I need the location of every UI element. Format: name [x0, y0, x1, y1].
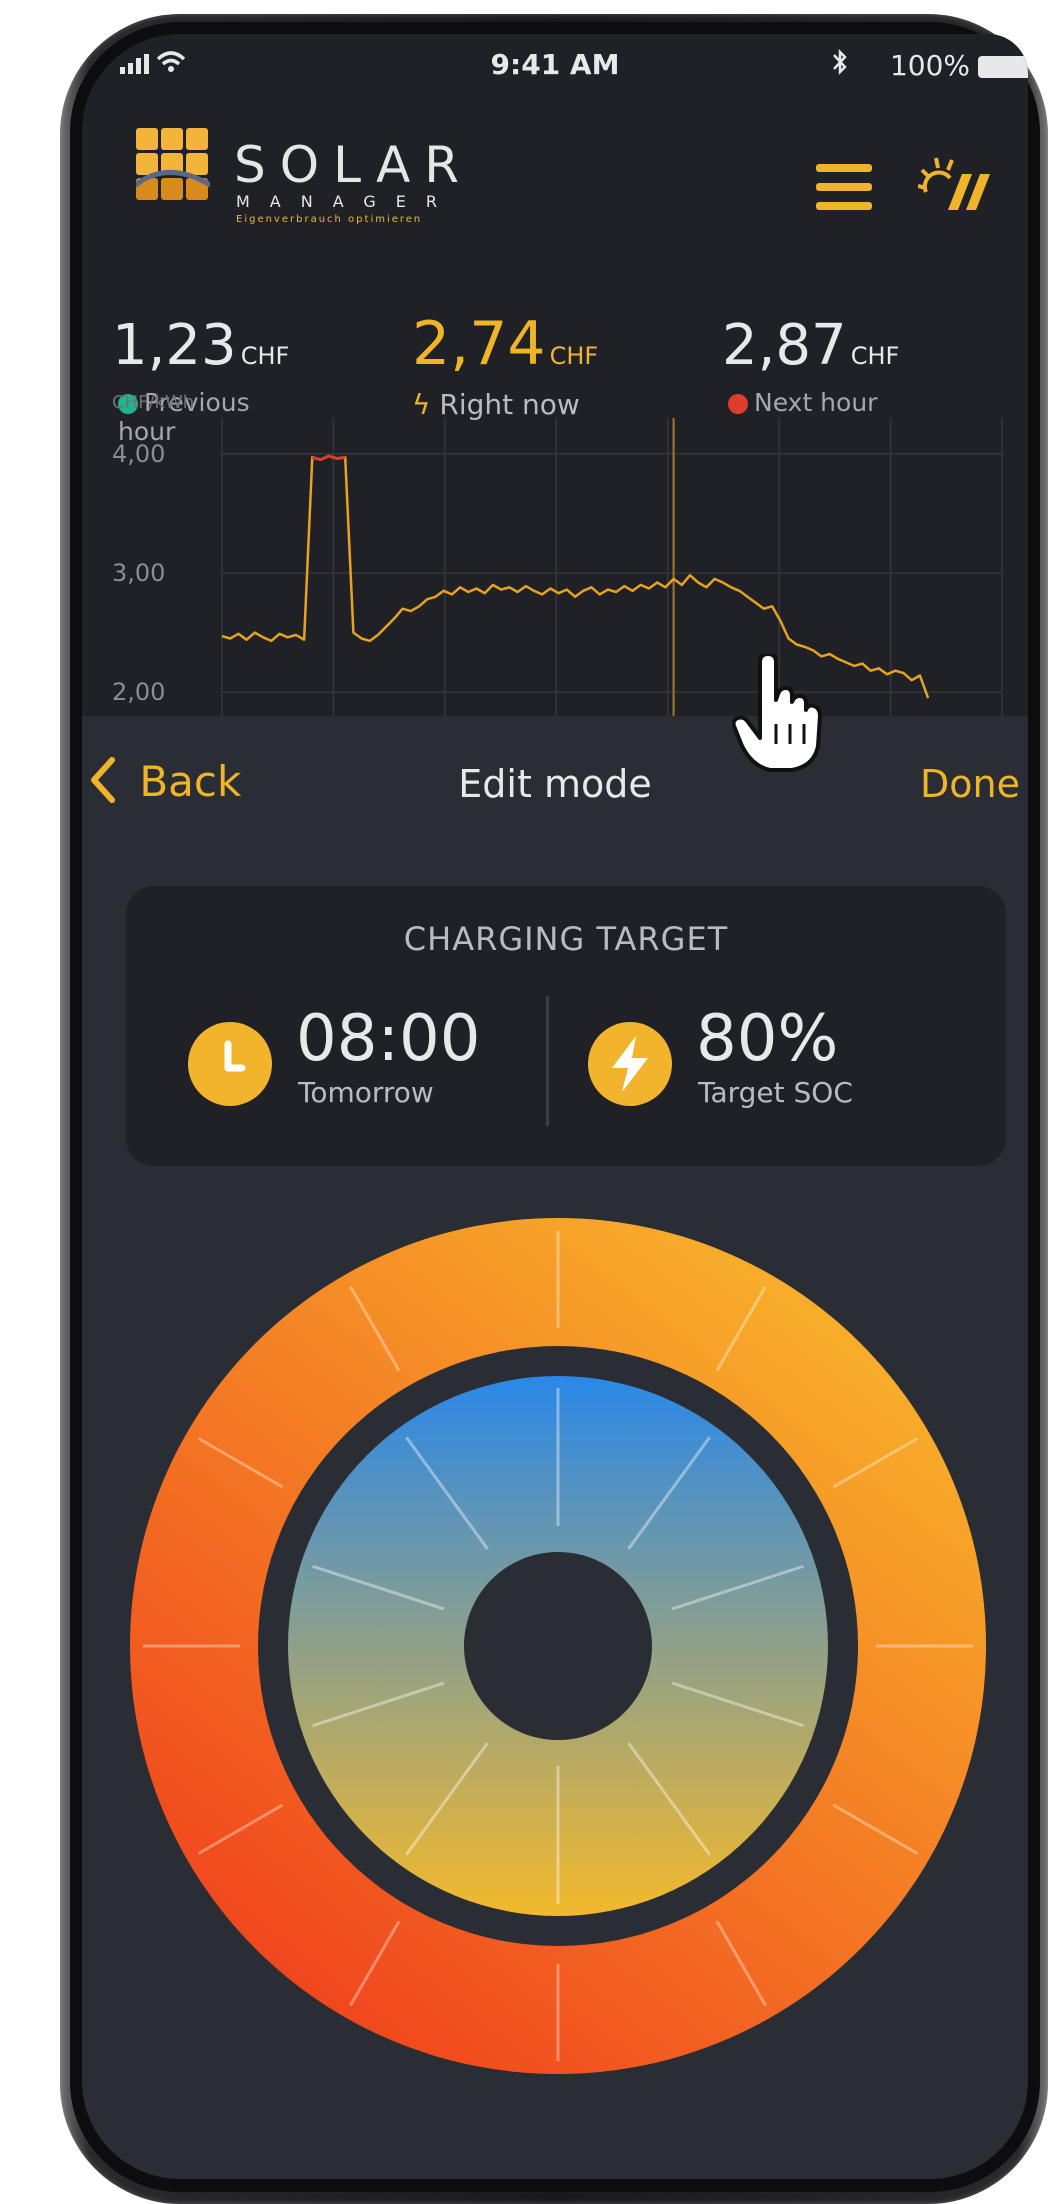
sun-stripes-icon[interactable] — [918, 152, 998, 222]
hamburger-menu-icon[interactable] — [816, 164, 872, 210]
logo-subtitle: MANAGER — [236, 192, 458, 211]
price-unit: CHF — [240, 342, 290, 370]
lightning-icon — [588, 1022, 672, 1106]
y-axis-unit: CHF/kWh — [112, 392, 194, 413]
app-header: SOLAR MANAGER Eigenverbrauch optimieren — [82, 96, 1028, 246]
target-soc-label: Target SOC — [698, 1076, 853, 1109]
status-time: 9:41 AM — [490, 48, 620, 81]
y-tick-label: 4,00 — [112, 440, 165, 468]
price-unit: CHF — [850, 342, 900, 370]
bluetooth-icon — [832, 47, 848, 84]
logo-title: SOLAR — [234, 136, 474, 194]
edit-mode-bar: Back Edit mode Done — [82, 716, 1028, 851]
charging-target-title: CHARGING TARGET — [403, 920, 729, 958]
app-screen: 9:41 AM 100% SOLAR MANAGER Eigenverbrauc… — [82, 34, 1028, 2179]
price-value: 2,74 — [412, 309, 546, 379]
price-value: 2,87 — [722, 313, 847, 378]
logo-tagline: Eigenverbrauch optimieren — [236, 214, 423, 225]
y-tick-label: 2,00 — [112, 678, 165, 706]
price-value: 1,23 — [112, 313, 237, 378]
status-bar: 9:41 AM 100% — [82, 34, 1028, 96]
price-peak-segment — [311, 454, 346, 462]
charging-target-card: CHARGING TARGET 08:00 Tomorrow 80% Targe… — [126, 886, 1006, 1166]
price-unit: CHF — [549, 342, 599, 370]
target-soc-value: 80% — [696, 1002, 839, 1076]
solar-panel-logo-icon — [136, 128, 210, 200]
card-divider — [546, 996, 549, 1126]
wheel-center — [464, 1552, 652, 1740]
battery-percent: 100% — [889, 49, 970, 82]
price-series-line — [221, 454, 930, 699]
price-chart[interactable]: CHF/kWh 4,00 3,00 2,00 — [112, 378, 1012, 716]
clock-icon — [188, 1022, 272, 1106]
battery-icon — [978, 56, 1028, 78]
target-time-label: Tomorrow — [298, 1076, 434, 1109]
price-panel: 1,23 CHF Previous hour 2,74 CHF ϟ Right no… — [82, 246, 1028, 716]
target-time-value: 08:00 — [296, 1002, 481, 1076]
done-button[interactable]: Done — [920, 762, 1020, 806]
edit-mode-title: Edit mode — [458, 762, 652, 806]
y-tick-labels: 4,00 3,00 2,00 — [112, 440, 165, 706]
charging-schedule-wheel[interactable] — [128, 1206, 988, 2086]
y-tick-label: 3,00 — [112, 559, 165, 587]
